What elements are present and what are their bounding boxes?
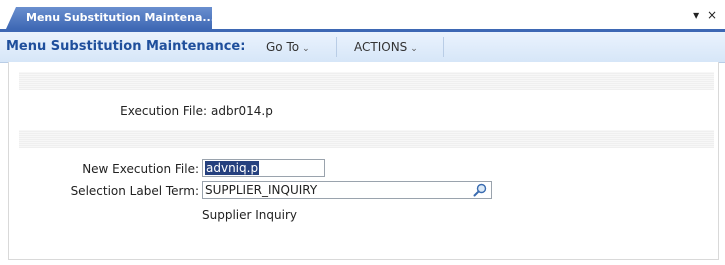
- form-frame: Execution File: adbr014.p New Execution …: [8, 62, 719, 260]
- close-icon[interactable]: ×: [707, 8, 719, 22]
- actions-menu-label: ACTIONS: [354, 40, 408, 54]
- tab-strip: Menu Substitution Maintena... ▾ ×: [0, 0, 725, 29]
- selection-label-term-value: SUPPLIER_INQUIRY: [205, 183, 318, 197]
- goto-menu[interactable]: Go To ⌄: [266, 40, 310, 54]
- selection-label-term-description: Supplier Inquiry: [202, 208, 297, 222]
- section-band: [19, 130, 714, 148]
- page-title: Menu Substitution Maintenance:: [6, 39, 246, 54]
- tab-list-dropdown-icon[interactable]: ▾: [693, 8, 701, 22]
- new-execution-file-field[interactable]: advniq.p: [202, 159, 325, 177]
- section-band: [19, 72, 714, 90]
- chevron-down-icon: ⌄: [410, 44, 418, 54]
- new-execution-file-value: advniq.p: [205, 161, 260, 175]
- tab-controls: ▾ ×: [693, 8, 719, 22]
- menu-separator: [336, 37, 337, 57]
- search-icon[interactable]: [473, 183, 487, 197]
- selection-label-term-label: Selection Label Term:: [70, 184, 199, 198]
- menu-separator: [443, 37, 444, 57]
- actions-menu[interactable]: ACTIONS ⌄: [354, 40, 418, 54]
- tab-menu-substitution[interactable]: Menu Substitution Maintena...: [6, 7, 212, 29]
- execution-file-label: Execution File:: [120, 104, 207, 118]
- chevron-down-icon: ⌄: [302, 44, 310, 54]
- menu-bar: Menu Substitution Maintenance: Go To ⌄ AC…: [0, 32, 725, 63]
- new-execution-file-label: New Execution File:: [82, 162, 199, 176]
- goto-menu-label: Go To: [266, 40, 300, 54]
- selection-label-term-field[interactable]: SUPPLIER_INQUIRY: [202, 181, 492, 199]
- execution-file-value: adbr014.p: [211, 104, 273, 118]
